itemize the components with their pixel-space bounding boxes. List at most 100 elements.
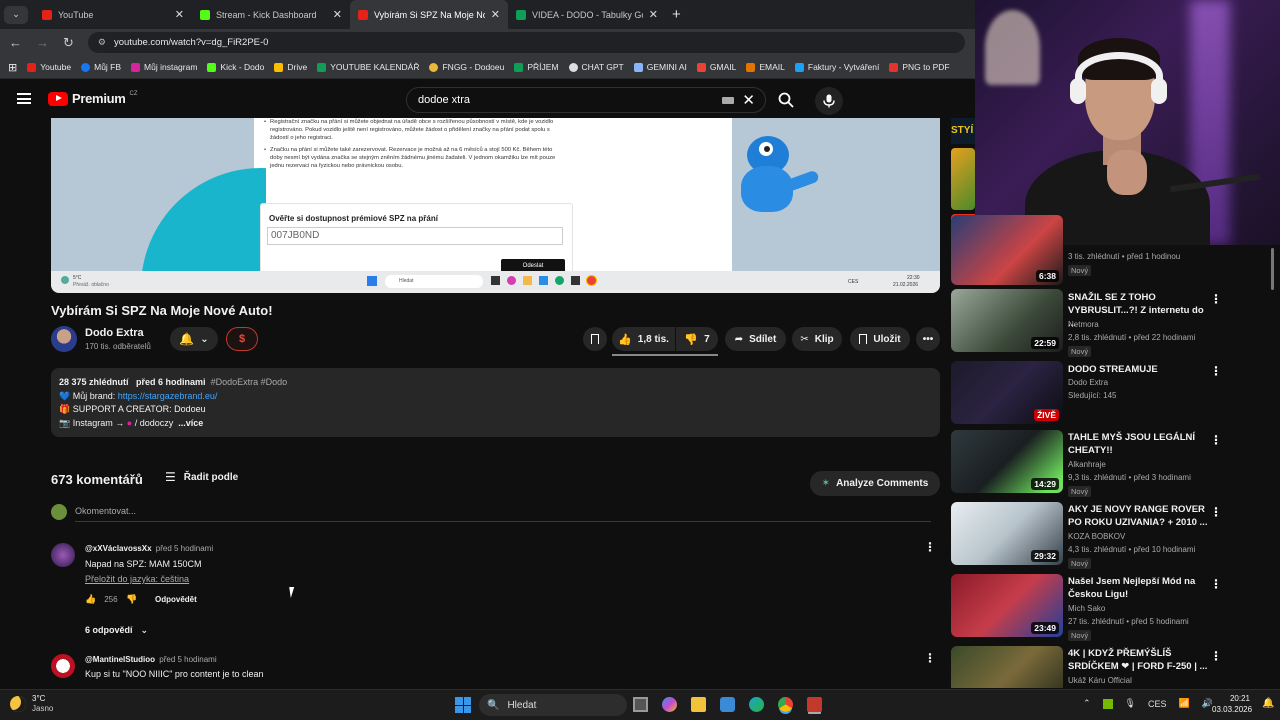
network-app-icon[interactable] xyxy=(720,697,735,712)
scrollbar[interactable] xyxy=(1271,248,1274,290)
clock[interactable]: 20:21 03.03.2026 xyxy=(1212,693,1252,715)
more-actions-button[interactable]: ••• xyxy=(916,327,940,351)
recommended-channel[interactable]: Netmora xyxy=(1068,320,1099,329)
more-vertical-icon[interactable]: ⋮ xyxy=(1210,649,1222,663)
bookmark-item[interactable]: Youtube xyxy=(27,62,71,72)
analyze-comments-button[interactable]: ✶ Analyze Comments xyxy=(810,471,940,496)
reply-button[interactable]: Odpovědět xyxy=(155,595,197,604)
video-thumbnail[interactable]: 22:59 xyxy=(951,289,1063,352)
youtube-logo[interactable]: Premium CZ xyxy=(48,91,138,106)
recommended-channel[interactable]: Mich Sako xyxy=(1068,604,1105,613)
chevron-up-icon[interactable]: ⌃ xyxy=(1083,698,1091,709)
more-vertical-icon[interactable]: ⋮ xyxy=(1210,505,1222,519)
share-button[interactable]: ➦ Sdílet xyxy=(725,327,786,351)
recommended-channel[interactable]: Alkanhraje xyxy=(1068,460,1106,469)
bookmark-item[interactable]: Drive xyxy=(274,62,307,72)
clear-search-icon[interactable]: ✕ xyxy=(742,91,755,109)
recommended-video[interactable]: 6:38 3 tis. zhlédnutí • před 1 hodinou N… xyxy=(951,215,1271,285)
more-vertical-icon[interactable]: ⋮ xyxy=(1210,292,1222,306)
comment-avatar[interactable] xyxy=(51,654,75,678)
video-thumbnail[interactable] xyxy=(951,646,1063,688)
description-box[interactable]: 28 375 zhlédnutí před 6 hodinami #DodoEx… xyxy=(51,368,940,437)
bookmark-item[interactable]: FNGG - Dodoeu xyxy=(429,62,504,72)
browser-tab[interactable]: YouTube ✕ xyxy=(34,0,192,29)
view-replies-button[interactable]: 6 odpovědí ⌄ xyxy=(85,625,148,636)
save-bookmark-button[interactable] xyxy=(583,327,607,351)
bookmark-item[interactable]: Můj FB xyxy=(81,62,121,72)
comment-avatar[interactable] xyxy=(51,543,75,567)
clip-button[interactable]: ✂ Klip xyxy=(792,327,842,351)
browser-tab-active[interactable]: Vybírám Si SPZ Na Moje Nové ... ✕ xyxy=(350,0,508,29)
notification-icon[interactable]: 🔔 xyxy=(1262,698,1274,709)
menu-icon[interactable] xyxy=(17,93,31,104)
bookmark-item[interactable]: EMAIL xyxy=(746,62,785,72)
tab-search-button[interactable]: ⌄ xyxy=(4,5,28,24)
recommended-channel[interactable]: Ukáž Káru Official xyxy=(1068,676,1132,685)
close-icon[interactable]: ✕ xyxy=(175,8,184,21)
bookmark-item[interactable]: GMAIL xyxy=(696,62,736,72)
address-bar[interactable]: ⚙ youtube.com/watch?v=dg_FiR2PE-0 xyxy=(87,32,965,53)
browser-tab[interactable]: VIDEA - DODO - Tabulky Googl... ✕ xyxy=(508,0,666,29)
comment-like-button[interactable]: 👍 256 xyxy=(85,594,118,605)
microphone-icon[interactable]: 🎙 xyxy=(1125,698,1136,709)
bookmark-item[interactable]: GEMINI AI xyxy=(633,62,687,72)
show-more-link[interactable]: ...více xyxy=(178,418,203,428)
hashtags[interactable]: #DodoExtra #Dodo xyxy=(211,377,288,387)
close-icon[interactable]: ✕ xyxy=(491,8,500,21)
video-thumbnail[interactable]: 29:32 xyxy=(951,502,1063,565)
instagram-handle[interactable]: / dodoczy xyxy=(135,418,174,428)
back-icon[interactable]: ← xyxy=(9,35,22,50)
taskbar-search[interactable]: 🔍 Hledat xyxy=(479,694,627,716)
brand-link[interactable]: https://stargazebrand.eu/ xyxy=(118,391,218,401)
comment-input[interactable]: Okomentovat... xyxy=(75,506,931,522)
bookmark-item[interactable]: PŘÍJEM xyxy=(514,62,559,72)
task-view-icon[interactable] xyxy=(633,697,648,712)
reload-icon[interactable]: ↻ xyxy=(63,35,74,51)
channel-avatar[interactable] xyxy=(51,326,77,352)
language-indicator[interactable]: CES xyxy=(1148,699,1167,709)
forward-icon[interactable]: → xyxy=(36,35,49,50)
join-button[interactable]: $ xyxy=(226,327,258,351)
more-vertical-icon[interactable]: ⋮ xyxy=(1210,577,1222,591)
more-vertical-icon[interactable]: ⋮ xyxy=(1210,433,1222,447)
bookmark-item[interactable]: Faktury - Vytváření xyxy=(794,62,879,72)
video-thumbnail[interactable]: 14:29 xyxy=(951,430,1063,493)
site-info-icon[interactable]: ⚙ xyxy=(98,37,106,48)
bookmark-item[interactable]: Kick - Dodo xyxy=(207,62,264,72)
bookmark-item[interactable]: YOUTUBE KALENDÁŘ xyxy=(317,62,419,72)
close-icon[interactable]: ✕ xyxy=(649,8,658,21)
bookmark-item[interactable]: PNG to PDF xyxy=(889,62,950,72)
recommended-video[interactable]: 4K | KDYŽ PŘEMÝŠLÍŠ SRDÍČKEM ❤ | FORD F-… xyxy=(951,646,1271,688)
translate-link[interactable]: Přeložit do jazyka: čeština xyxy=(85,574,189,584)
comment-author[interactable]: @xXVáclavossXx před 5 hodinami xyxy=(85,544,213,553)
weather-widget[interactable]: 3°C Jasno xyxy=(10,694,53,714)
recommended-video[interactable]: 14:29 TAHLE MYŠ JSOU LEGÁLNÍ CHEATY!! Al… xyxy=(951,430,1271,497)
comment-author[interactable]: @MantinelStudioo před 5 hodinami xyxy=(85,655,217,664)
browser-tab[interactable]: Stream - Kick Dashboard ✕ xyxy=(192,0,350,29)
video-player[interactable]: • Registrační značku na přání si můžete o… xyxy=(51,118,940,293)
like-button[interactable]: 👍 1,8 tis. xyxy=(612,327,675,351)
save-button[interactable]: Uložit xyxy=(850,327,910,351)
recommended-video[interactable]: 29:32 AKY JE NOVY RANGE ROVER PO ROKU UZ… xyxy=(951,502,1271,569)
sort-comments-button[interactable]: ☰ Řadit podle xyxy=(165,470,238,484)
video-thumbnail[interactable]: 6:38 xyxy=(951,215,1063,285)
chrome-icon[interactable] xyxy=(778,697,793,712)
video-thumbnail[interactable]: ŽIVĚ xyxy=(951,361,1063,424)
channel-name[interactable]: Dodo Extra xyxy=(85,327,144,339)
dislike-button[interactable]: 👎 7 xyxy=(676,327,718,351)
recommended-video[interactable]: ŽIVĚ DODO STREAMUJE Dodo Extra Sledující… xyxy=(951,361,1271,425)
bookmark-item[interactable]: CHAT GPT xyxy=(568,62,624,72)
notification-bell-button[interactable]: 🔔 ⌄ xyxy=(170,327,218,351)
comment-menu-icon[interactable]: ⋮ xyxy=(924,540,936,554)
start-button[interactable] xyxy=(455,697,471,713)
close-icon[interactable]: ✕ xyxy=(333,8,342,21)
copilot-icon[interactable] xyxy=(662,697,677,712)
recommended-video[interactable]: 22:59 SNAŽIL SE Z TOHO VYBRUSLIT...?! Z … xyxy=(951,289,1271,357)
voice-search-button[interactable] xyxy=(815,87,843,115)
obs-app-icon[interactable] xyxy=(807,697,822,712)
recommended-video[interactable]: 23:49 Našel Jsem Nejlepší Mód na Českou … xyxy=(951,574,1271,641)
nvidia-icon[interactable] xyxy=(1102,698,1113,709)
wifi-icon[interactable]: 📶 xyxy=(1179,698,1190,709)
comment-menu-icon[interactable]: ⋮ xyxy=(924,651,936,665)
recommended-channel[interactable]: Dodo Extra xyxy=(1068,378,1108,387)
